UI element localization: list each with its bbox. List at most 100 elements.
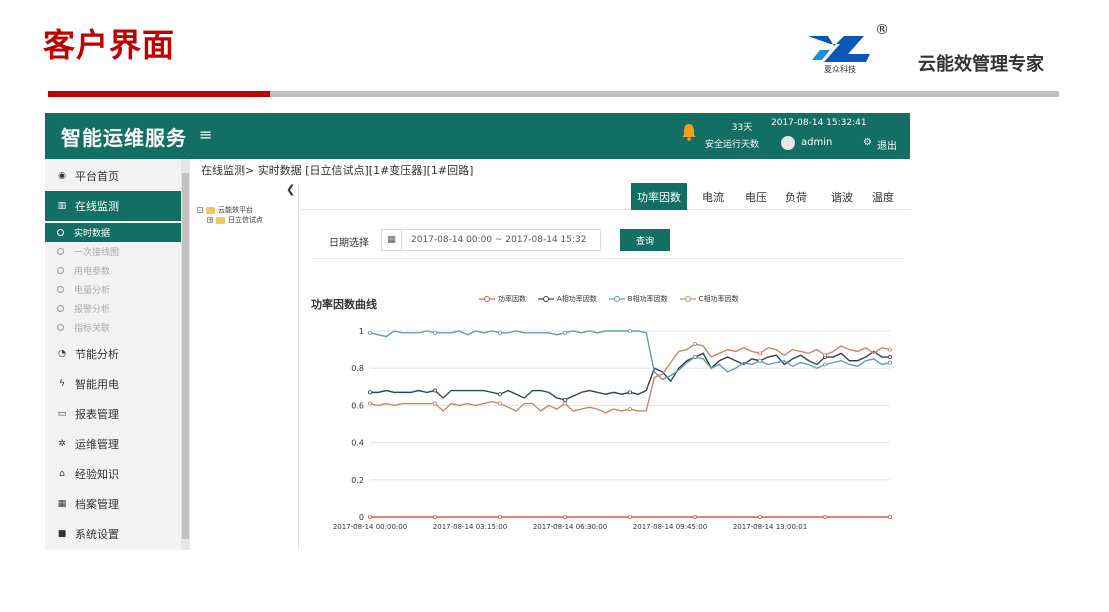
sidebar-item-settings[interactable]: ■ 系统设置 <box>45 519 181 549</box>
circle-icon <box>57 248 64 255</box>
calendar-icon[interactable]: ▦ <box>382 230 402 250</box>
data-point <box>497 514 502 519</box>
sidebar-item-saving[interactable]: ◔ 节能分析 <box>45 339 181 369</box>
sub-item-label: 指标关联 <box>74 324 111 334</box>
tab-voltage[interactable]: 电压 <box>736 183 776 210</box>
safe-days: 33天 <box>731 123 753 133</box>
data-point <box>497 392 502 397</box>
y-tick-label: 1 <box>359 327 364 336</box>
circle-icon <box>57 267 64 274</box>
logout-link[interactable]: 退出 <box>877 137 897 152</box>
metric-tabs: 功率因数 电流 电压 负荷 谐波 温度 <box>300 183 910 210</box>
bell-icon[interactable] <box>681 123 697 141</box>
tab-temperature[interactable]: 温度 <box>863 183 903 210</box>
data-point <box>823 353 828 358</box>
tree-node-label: 云能效平台 <box>218 206 253 214</box>
sidebar-item-report[interactable]: ▭ 报表管理 <box>45 399 181 429</box>
data-point <box>627 514 632 519</box>
data-point <box>757 351 762 356</box>
data-point <box>432 514 437 519</box>
sidebar-item-knowledge[interactable]: ⌂ 经验知识 <box>45 459 181 489</box>
divider-gray <box>270 91 1059 97</box>
sidebar-item-label: 系统设置 <box>75 528 119 541</box>
data-point <box>368 514 373 519</box>
sidebar-item-label: 智能用电 <box>75 378 119 391</box>
company-logo: 夏众科技 <box>808 36 870 74</box>
sidebar-scrollbar[interactable] <box>181 159 190 550</box>
data-point <box>888 355 893 360</box>
tree-node-label: 日立信试点 <box>228 216 263 224</box>
tree-node-root[interactable]: - 云能效平台 <box>197 205 253 215</box>
data-point <box>497 401 502 406</box>
sidebar-item-label: 经验知识 <box>75 468 119 481</box>
data-point <box>888 360 893 365</box>
sub-item-label: 实时数据 <box>74 229 111 239</box>
data-point <box>562 514 567 519</box>
sidebar-item-home[interactable]: ◉ 平台首页 <box>45 161 181 191</box>
y-tick-label: 0.6 <box>351 401 364 410</box>
table-icon: ▦ <box>57 499 67 509</box>
minus-icon[interactable]: - <box>197 207 203 214</box>
sub-item-wiring[interactable]: 一次接线图 <box>45 242 181 261</box>
data-point <box>627 390 632 395</box>
data-point <box>888 514 893 519</box>
menu-toggle-icon[interactable]: ≡ <box>199 125 212 144</box>
tab-load[interactable]: 负荷 <box>776 183 816 210</box>
tab-power-factor[interactable]: 功率因数 <box>631 183 687 210</box>
sub-item-realtime[interactable]: 实时数据 <box>45 223 181 242</box>
folder-icon <box>206 206 215 214</box>
slogan: 云能效管理专家 <box>918 54 1044 75</box>
data-point <box>497 330 502 335</box>
sidebar-item-smart[interactable]: ϟ 智能用电 <box>45 369 181 399</box>
date-range-input[interactable]: ▦ 2017-08-14 00:00 ~ 2017-08-14 15:32 <box>381 229 601 251</box>
data-point <box>627 407 632 412</box>
sub-item-energy[interactable]: 电量分析 <box>45 280 181 299</box>
sub-item-index[interactable]: 指标关联 <box>45 318 181 337</box>
user-name[interactable]: admin <box>801 137 832 148</box>
tree-panel: ❮ - 云能效平台 + 日立信试点 <box>190 183 299 550</box>
breadcrumb: 在线监测> 实时数据 [日立信试点][1#变压器][1#回路] <box>201 164 474 177</box>
sub-item-alarm[interactable]: 报警分析 <box>45 299 181 318</box>
data-point <box>757 514 762 519</box>
x-tick-label: 2017-08-14 00:00:00 <box>333 523 407 531</box>
circle-icon <box>57 305 64 312</box>
sidebar-item-label: 节能分析 <box>75 348 119 361</box>
y-tick-label: 0.4 <box>351 439 364 448</box>
sidebar-item-ops[interactable]: ✲ 运维管理 <box>45 429 181 459</box>
query-button[interactable]: 查询 <box>620 229 670 251</box>
current-datetime: 2017-08-14 15:32:41 <box>771 118 867 128</box>
circle-icon <box>57 324 64 331</box>
sidebar-item-label: 运维管理 <box>75 438 119 451</box>
y-tick-label: 0.2 <box>351 476 364 485</box>
data-point <box>562 330 567 335</box>
x-tick-label: 2017-08-14 09:45:00 <box>633 523 707 531</box>
data-point <box>692 514 697 519</box>
tree-node-child[interactable]: + 日立信试点 <box>207 215 263 225</box>
data-point <box>368 401 373 406</box>
sub-item-label: 一次接线图 <box>74 248 120 258</box>
sub-item-params[interactable]: 用电参数 <box>45 261 181 280</box>
data-point <box>432 388 437 393</box>
date-range-value: 2017-08-14 00:00 ~ 2017-08-14 15:32 <box>411 235 587 245</box>
avatar[interactable] <box>781 136 795 150</box>
logo-text: 夏众科技 <box>824 64 856 74</box>
sidebar-item-label: 平台首页 <box>75 170 119 183</box>
x-tick-label: 2017-08-14 06:30:00 <box>533 523 607 531</box>
chevron-left-icon[interactable]: ❮ <box>286 183 295 196</box>
sidebar-item-archive[interactable]: ▦ 档案管理 <box>45 489 181 519</box>
sidebar-item-monitoring[interactable]: ▥ 在线监测 <box>45 191 181 221</box>
sidebar-item-label: 档案管理 <box>75 498 119 511</box>
tab-current[interactable]: 电流 <box>693 183 733 210</box>
series-line <box>369 330 891 381</box>
sidebar: ◉ 平台首页 ▥ 在线监测 实时数据 一次接线图 用电参数 电量分析 报警分析 指标… <box>45 159 181 550</box>
plus-icon[interactable]: + <box>207 217 213 224</box>
y-tick-label: 0 <box>359 513 364 522</box>
scrollbar-thumb[interactable] <box>182 173 189 539</box>
top-bar: 智能运维服务 ≡ 33天 安全运行天数 2017-08-14 15:32:41 … <box>45 113 910 159</box>
gear-icon[interactable]: ⚙ <box>863 137 872 148</box>
data-point <box>692 355 697 360</box>
sidebar-item-label: 在线监测 <box>75 200 119 213</box>
folder-icon <box>216 216 225 224</box>
tab-harmonic[interactable]: 谐波 <box>822 183 862 210</box>
sub-item-label: 用电参数 <box>74 267 111 277</box>
